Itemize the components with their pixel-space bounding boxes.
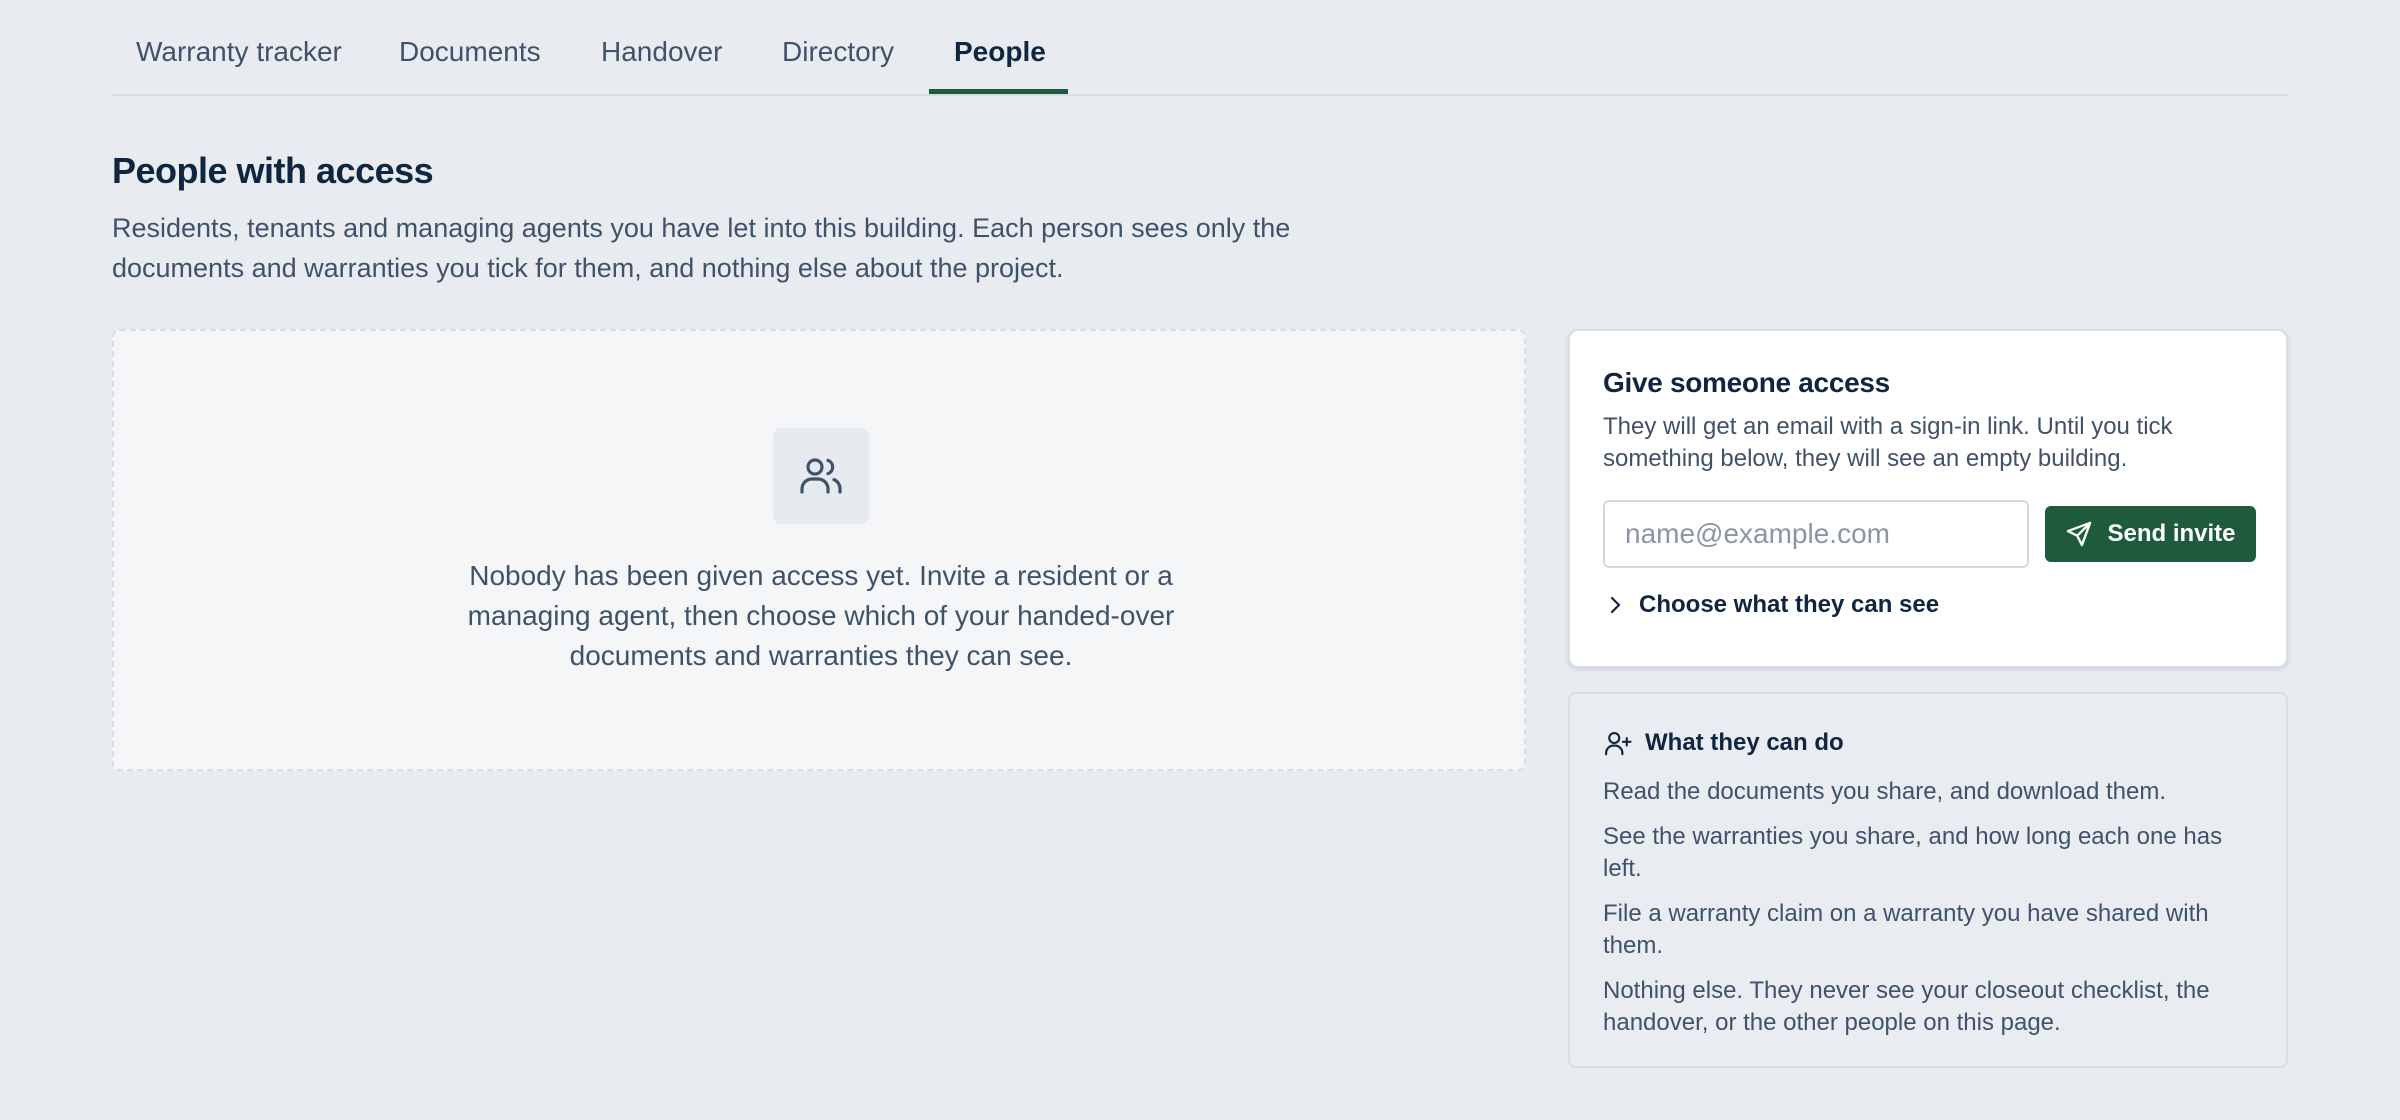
empty-state-card: Nobody has been given access yet. Invite… xyxy=(112,329,1526,771)
email-input[interactable] xyxy=(1603,500,2029,568)
empty-state-message: Nobody has been given access yet. Invite… xyxy=(467,560,1175,671)
permission-item: File a warranty claim on a warranty you … xyxy=(1603,900,2209,959)
page-description: Residents, tenants and managing agents y… xyxy=(112,213,1291,283)
tab-bar: Warranty tracker Documents Handover Dire… xyxy=(112,0,2288,96)
permissions-title: What they can do xyxy=(1645,729,1844,756)
active-tab-indicator xyxy=(929,89,1068,94)
permissions-header: What they can do xyxy=(1603,728,1844,758)
user-plus-icon xyxy=(1603,728,1633,758)
tab-handover[interactable]: Handover xyxy=(601,36,722,68)
people-page: Warranty tracker Documents Handover Dire… xyxy=(0,0,2400,1120)
tab-directory[interactable]: Directory xyxy=(782,36,894,68)
permission-item: Read the documents you share, and downlo… xyxy=(1603,778,2167,805)
permission-item: See the warranties you share, and how lo… xyxy=(1603,823,2223,882)
permissions-card: What they can do Read the documents you … xyxy=(1568,692,2288,1068)
invite-card: Give someone access They will get an ema… xyxy=(1568,329,2288,668)
choose-visibility-toggle[interactable]: Choose what they can see xyxy=(1603,591,1939,619)
tab-documents[interactable]: Documents xyxy=(399,36,541,68)
tab-people[interactable]: People xyxy=(954,36,1046,68)
permissions-list: Read the documents you share, and downlo… xyxy=(1603,776,2243,1052)
invite-title: Give someone access xyxy=(1603,367,1890,398)
invite-description: They will get an email with a sign-in li… xyxy=(1603,413,2173,472)
permission-item: Nothing else. They never see your closeo… xyxy=(1603,977,2210,1036)
page-title: People with access xyxy=(112,150,434,191)
send-icon xyxy=(2065,520,2093,548)
tab-warranty-tracker[interactable]: Warranty tracker xyxy=(136,36,342,68)
choose-visibility-label: Choose what they can see xyxy=(1639,591,1940,618)
chevron-right-icon xyxy=(1603,593,1627,617)
users-icon xyxy=(773,428,869,524)
send-invite-label: Send invite xyxy=(2107,520,2236,547)
send-invite-button[interactable]: Send invite xyxy=(2045,506,2256,562)
